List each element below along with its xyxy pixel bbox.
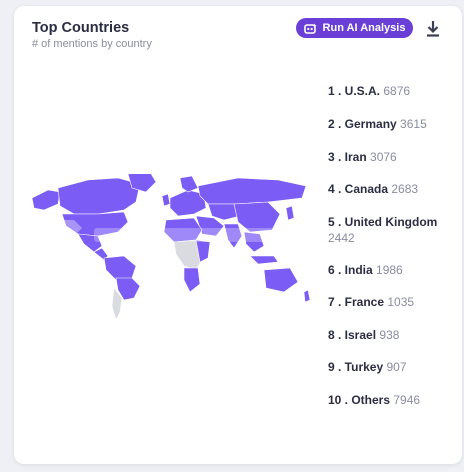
card-title: Top Countries	[32, 20, 130, 36]
list-item: 1 . U.S.A. 6876	[328, 83, 458, 99]
mention-count: 1986	[376, 263, 403, 277]
map-region-russia	[197, 177, 307, 205]
map-region-mexico	[77, 233, 103, 253]
map-region-alaska	[31, 189, 61, 211]
map-region-southeast-asia	[243, 231, 265, 253]
country-name: 8 . Israel	[328, 328, 377, 342]
country-name: 10 . Others	[328, 393, 391, 407]
country-name: 9 . Turkey	[328, 360, 384, 374]
map-region-canada	[57, 177, 141, 215]
download-icon[interactable]	[425, 20, 441, 38]
map-region-scandinavia	[179, 175, 199, 193]
list-item: 10 . Others 7946	[328, 392, 458, 408]
country-name: 3 . Iran	[328, 150, 367, 164]
mention-count: 938	[379, 328, 400, 342]
country-name: 7 . France	[328, 295, 385, 309]
list-item: 9 . Turkey 907	[328, 359, 458, 375]
list-item: 5 . United Kingdom 2442	[328, 214, 458, 246]
list-item: 2 . Germany 3615	[328, 116, 458, 132]
mention-count: 1035	[387, 295, 415, 309]
world-map	[31, 174, 311, 321]
mention-count: 6876	[383, 84, 411, 98]
list-item: 8 . Israel 938	[328, 327, 458, 343]
card-subtitle: # of mentions by country	[32, 38, 152, 50]
map-region-south-america-north	[103, 255, 137, 281]
list-item: 7 . France 1035	[328, 294, 458, 310]
mention-count: 7946	[393, 393, 421, 407]
map-region-japan	[285, 205, 295, 221]
list-item: 3 . Iran 3076	[328, 149, 458, 165]
map-region-indonesia	[249, 255, 279, 265]
map-region-uk	[161, 193, 171, 207]
map-region-india	[223, 223, 243, 249]
map-region-china	[233, 201, 281, 233]
country-name: 6 . India	[328, 263, 373, 277]
map-region-usa	[61, 211, 129, 237]
country-name: 4 . Canada	[328, 182, 389, 196]
ai-sparkle-icon	[303, 23, 317, 34]
country-name: 2 . Germany	[328, 117, 397, 131]
map-region-north-africa	[163, 217, 203, 243]
mention-count: 3615	[400, 117, 427, 131]
top-countries-card: Top Countries # of mentions by country R…	[14, 6, 462, 464]
run-ai-analysis-button[interactable]: Run AI Analysis	[296, 18, 413, 38]
country-name: 1 . U.S.A.	[328, 84, 381, 98]
mention-count: 2683	[391, 182, 419, 196]
map-region-new-zealand	[303, 289, 311, 303]
run-ai-analysis-label: Run AI Analysis	[322, 22, 406, 34]
map-region-australia	[263, 267, 299, 293]
country-name: 5 . United Kingdom	[328, 215, 438, 229]
map-region-southern-africa	[183, 267, 201, 293]
list-item: 4 . Canada 2683	[328, 181, 458, 197]
mention-count: 2442	[328, 231, 355, 245]
mention-count: 3076	[370, 150, 397, 164]
mention-count: 907	[386, 360, 407, 374]
list-item: 6 . India 1986	[328, 262, 458, 278]
